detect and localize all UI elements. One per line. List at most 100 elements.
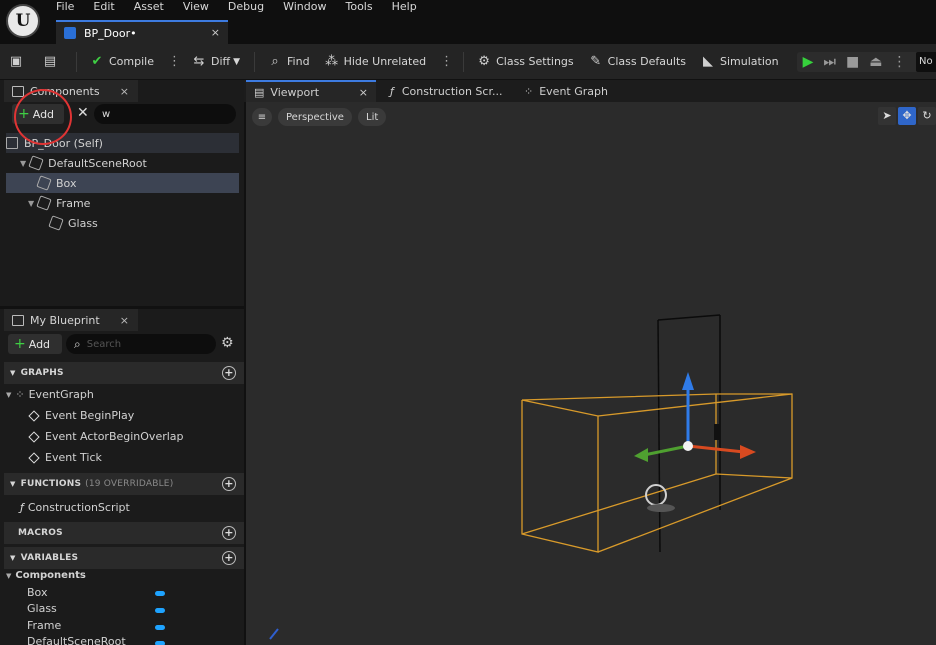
more-options-icon[interactable]: ⋮ [440, 54, 453, 69]
step-icon[interactable]: ⏭ [823, 54, 836, 70]
components-icon [12, 85, 24, 97]
variable-type-pill [155, 591, 165, 596]
menu-view[interactable]: View [183, 0, 209, 14]
variable-frame[interactable]: Frame [27, 619, 61, 632]
stop-icon[interactable]: ■ [846, 54, 859, 70]
viewport[interactable]: ≡ Perspective Lit ➤ ✥ ↻ [244, 102, 936, 645]
browse-button[interactable]: ▤ [42, 54, 62, 70]
tab-construction-script[interactable]: ƒ Construction Scr... [390, 80, 502, 102]
close-icon[interactable]: × [120, 314, 129, 327]
play-icon[interactable]: ▶ [803, 54, 814, 70]
components-group[interactable]: ▼ Components [6, 570, 86, 581]
construction-script-label: ConstructionScript [27, 501, 130, 514]
variable-box[interactable]: Box [27, 586, 47, 599]
toolbar: ▣ ▤ ✔ Compile ⋮ ⇆ Diff ▼ ⌕ Find ⁂ Hide Unrela… [0, 44, 936, 80]
scene-root-icon [28, 155, 44, 171]
functions-section[interactable]: ▼ FUNCTIONS (19 OVERRIDABLE) + [4, 473, 244, 495]
variable-glass[interactable]: Glass [27, 602, 57, 615]
settings-gear-icon[interactable]: ⚙ [221, 335, 234, 351]
viewport-icon: ▤ [254, 85, 265, 99]
variable-label: DefaultSceneRoot [27, 635, 126, 645]
box-collision-icon [36, 175, 52, 191]
save-button[interactable]: ▣ [8, 54, 28, 70]
functions-header: FUNCTIONS [20, 479, 82, 489]
tab-viewport[interactable]: ▤ Viewport × [246, 80, 376, 102]
add-function-icon[interactable]: + [222, 477, 236, 491]
add-macro-icon[interactable]: + [222, 526, 236, 540]
clear-search-icon[interactable]: ✕ [77, 105, 89, 121]
tab-viewport-label: Viewport [270, 85, 320, 99]
document-tab-title: BP_Door• [84, 26, 137, 40]
close-icon[interactable]: × [359, 86, 368, 99]
add-variable-icon[interactable]: + [222, 551, 236, 565]
add-member-button[interactable]: + Add [8, 334, 62, 354]
my-blueprint-search-input[interactable]: ⌕ Search [66, 334, 216, 354]
transform-gizmo[interactable] [634, 372, 756, 462]
play-options-icon[interactable]: ⋮ [892, 54, 906, 70]
tree-item-label: DefaultSceneRoot [48, 156, 147, 170]
variable-defaultsceneroot[interactable]: DefaultSceneRoot [27, 635, 126, 645]
class-settings-button[interactable]: ⚙ Class Settings [476, 54, 573, 70]
add-graph-icon[interactable]: + [222, 366, 236, 380]
blueprint-icon [6, 137, 18, 149]
variable-label: Frame [27, 619, 62, 632]
tab-event-graph[interactable]: ⁘ Event Graph [524, 80, 608, 102]
document-tab[interactable]: BP_Door• × [56, 20, 228, 44]
menu-asset[interactable]: Asset [134, 0, 164, 14]
component-search-value: w [102, 108, 111, 120]
menu-file[interactable]: File [56, 0, 74, 14]
tree-item-label: Box [56, 176, 77, 190]
variable-label: Box [27, 586, 48, 599]
save-icon: ▣ [9, 53, 23, 69]
compile-label: Compile [109, 55, 154, 68]
debug-object-select[interactable]: No [916, 52, 936, 72]
menu-window[interactable]: Window [283, 0, 326, 14]
tree-item-glass[interactable]: Glass [6, 213, 239, 233]
collapse-arrow-icon: ▼ [10, 554, 16, 562]
variables-section[interactable]: ▼ VARIABLES + [4, 547, 244, 569]
component-search-input[interactable]: w [94, 104, 236, 124]
construction-script-item[interactable]: ƒ ConstructionScript [20, 501, 130, 514]
tree-item-frame[interactable]: ▼ Frame [6, 193, 239, 213]
toolbar-divider [463, 51, 465, 72]
tree-item-box[interactable]: Box [6, 173, 239, 193]
compile-options-icon[interactable]: ⋮ [168, 54, 181, 69]
collapse-arrow-icon[interactable]: ▼ [6, 391, 11, 399]
event-begin-play-item[interactable]: Event BeginPlay [28, 409, 134, 422]
simulation-button[interactable]: ◣ Simulation [700, 54, 779, 70]
unreal-logo-icon[interactable]: U [6, 4, 40, 38]
expand-arrow-icon[interactable]: ▼ [28, 199, 34, 208]
static-mesh-icon [36, 195, 52, 211]
graphs-section[interactable]: ▼ GRAPHS + [4, 362, 244, 384]
hide-unrelated-button[interactable]: ⁂ Hide Unrelated [324, 53, 426, 70]
menu-help[interactable]: Help [392, 0, 417, 14]
diff-label: Diff [211, 55, 231, 68]
eject-icon[interactable]: ⏏ [869, 54, 882, 70]
box-collision-wireframe[interactable] [521, 393, 793, 553]
menu-edit[interactable]: Edit [93, 0, 114, 14]
tree-item-defaultsceneroot[interactable]: ▼ DefaultSceneRoot [6, 153, 239, 173]
close-tab-icon[interactable]: × [211, 26, 220, 39]
compile-icon: ✔ [91, 53, 103, 69]
event-actor-begin-overlap-item[interactable]: Event ActorBeginOverlap [28, 430, 184, 443]
event-graph-item[interactable]: ▼ ⁘ EventGraph [6, 388, 94, 401]
simulation-label: Simulation [720, 55, 779, 68]
event-icon [28, 430, 40, 443]
editor-tabs: ▤ Viewport × ƒ Construction Scr... ⁘ Eve… [244, 80, 936, 102]
hide-unrelated-icon: ⁂ [325, 53, 339, 69]
my-blueprint-tab[interactable]: My Blueprint × [4, 309, 138, 331]
close-icon[interactable]: × [120, 85, 129, 98]
collapse-arrow-icon[interactable]: ▼ [6, 572, 11, 580]
class-defaults-button[interactable]: ✎ Class Defaults [588, 54, 686, 70]
event-tick-item[interactable]: Event Tick [28, 451, 102, 464]
plus-icon: + [14, 336, 26, 352]
event-label: Event Tick [45, 451, 102, 464]
menu-debug[interactable]: Debug [228, 0, 264, 14]
macros-section[interactable]: MACROS + [4, 522, 244, 544]
find-button[interactable]: ⌕ Find [267, 54, 309, 70]
compile-button[interactable]: ✔ Compile [89, 54, 154, 70]
class-defaults-icon: ✎ [590, 53, 602, 69]
menu-tools[interactable]: Tools [345, 0, 372, 14]
diff-button[interactable]: ⇆ Diff ▼ [191, 54, 240, 70]
expand-arrow-icon[interactable]: ▼ [20, 159, 26, 168]
